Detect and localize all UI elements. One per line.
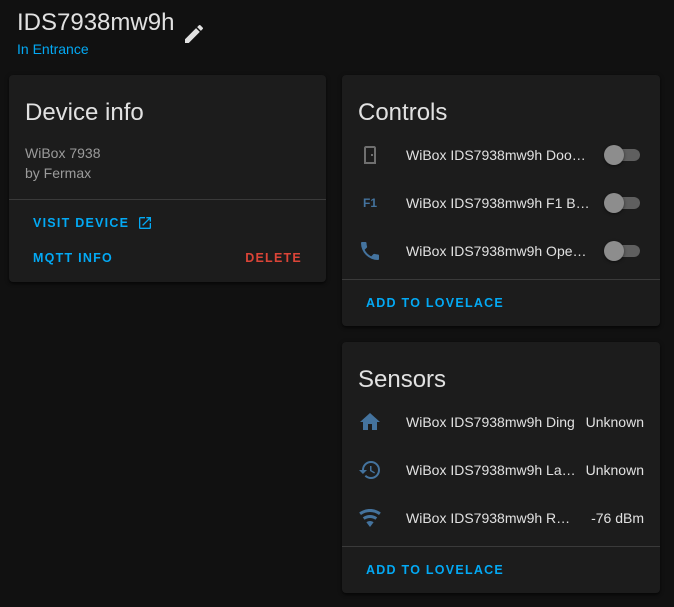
- device-page: IDS7938mw9h In Entrance Device info WiBo…: [0, 0, 674, 607]
- sensor-row[interactable]: WiBox IDS7938mw9h Last Ding Unknown: [342, 450, 660, 490]
- card-divider: [9, 199, 326, 200]
- control-row[interactable]: F1 WiBox IDS7938mw9h F1 Button: [342, 183, 660, 223]
- controls-card: Controls WiBox IDS7938mw9h Door Open F1 …: [342, 75, 660, 326]
- delete-button[interactable]: DELETE: [245, 251, 302, 265]
- mqtt-info-button[interactable]: MQTT INFO: [33, 251, 113, 265]
- card-divider: [342, 279, 660, 280]
- visit-device-button[interactable]: VISIT DEVICE: [33, 215, 153, 231]
- sensors-card: Sensors WiBox IDS7938mw9h Ding Unknown W…: [342, 342, 660, 593]
- sensors-title: Sensors: [358, 366, 447, 393]
- device-info-card: Device info WiBox 7938 by Fermax VISIT D…: [9, 75, 326, 282]
- control-row[interactable]: WiBox IDS7938mw9h Open Call: [342, 231, 660, 271]
- control-name: WiBox IDS7938mw9h Door Open: [406, 147, 590, 163]
- device-manufacturer: by Fermax: [25, 165, 92, 181]
- control-name: WiBox IDS7938mw9h Open Call: [406, 243, 590, 259]
- sensor-value: Unknown: [585, 414, 644, 430]
- edit-device-button[interactable]: [182, 22, 206, 46]
- control-toggle[interactable]: [604, 241, 640, 261]
- control-name: WiBox IDS7938mw9h F1 Button: [406, 195, 590, 211]
- controls-title: Controls: [358, 99, 448, 126]
- pencil-icon: [185, 24, 204, 43]
- sensor-row[interactable]: WiBox IDS7938mw9h RSSI -76 dBm: [342, 498, 660, 538]
- add-to-lovelace-button[interactable]: ADD TO LOVELACE: [366, 563, 504, 577]
- home-icon: [358, 410, 382, 434]
- history-icon: [358, 458, 382, 482]
- toggle-thumb: [604, 241, 624, 261]
- device-header: IDS7938mw9h In Entrance: [17, 8, 174, 59]
- control-toggle[interactable]: [604, 145, 640, 165]
- wifi-icon: [358, 506, 382, 530]
- toggle-thumb: [604, 193, 624, 213]
- device-model: WiBox 7938: [25, 145, 101, 161]
- door-icon: [358, 143, 382, 167]
- toggle-thumb: [604, 145, 624, 165]
- sensor-value: -76 dBm: [591, 510, 644, 526]
- area-link[interactable]: In Entrance: [17, 41, 89, 57]
- visit-device-label: VISIT DEVICE: [33, 216, 130, 230]
- control-toggle[interactable]: [604, 193, 640, 213]
- sensor-name: WiBox IDS7938mw9h Ding: [406, 414, 575, 430]
- sensor-row[interactable]: WiBox IDS7938mw9h Ding Unknown: [342, 402, 660, 442]
- phone-icon: [358, 239, 382, 263]
- add-to-lovelace-button[interactable]: ADD TO LOVELACE: [366, 296, 504, 310]
- sensor-name: WiBox IDS7938mw9h RSSI: [406, 510, 578, 526]
- card-divider: [342, 546, 660, 547]
- open-in-new-icon: [139, 217, 152, 229]
- sensor-name: WiBox IDS7938mw9h Last Ding: [406, 462, 576, 478]
- sensor-value: Unknown: [585, 462, 644, 478]
- f1-icon: F1: [362, 196, 377, 210]
- device-info-title: Device info: [25, 99, 144, 126]
- device-title: IDS7938mw9h: [17, 9, 175, 36]
- control-row[interactable]: WiBox IDS7938mw9h Door Open: [342, 135, 660, 175]
